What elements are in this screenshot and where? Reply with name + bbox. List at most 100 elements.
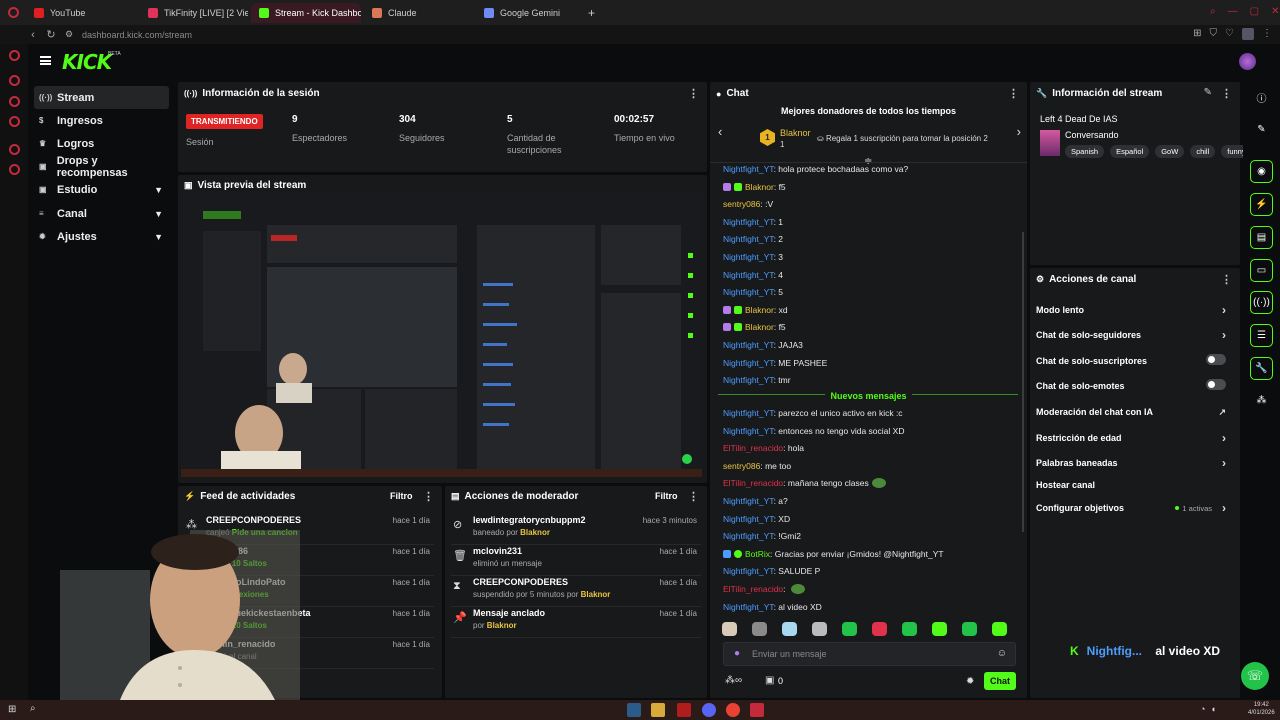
channel-action-chat-de-solo-suscriptores[interactable]: Chat de solo-suscriptores (1036, 354, 1226, 366)
feed-menu-icon[interactable]: ⋮ (423, 490, 434, 503)
search-tabs-icon[interactable]: ⌕ (1210, 6, 1216, 17)
stream-preview-video[interactable] (181, 193, 702, 477)
sidebar-item-ingresos[interactable]: $ Ingresos (34, 109, 169, 132)
sidebar-item-logros[interactable]: ♛ Logros (34, 132, 169, 155)
chat-settings-icon[interactable]: ✹ (966, 676, 974, 687)
chat-username[interactable]: Nightfight_YT (723, 531, 774, 541)
chevron-right-icon[interactable]: › (1222, 328, 1226, 342)
chrome-icon[interactable] (726, 703, 740, 717)
mod-filter-button[interactable]: Filtro (655, 491, 678, 501)
volume-icon[interactable]: ◖ (1210, 704, 1215, 714)
chevron-down-icon[interactable]: ▼ (154, 209, 163, 219)
chevron-right-icon[interactable]: › (1222, 303, 1226, 317)
bookmark-icon[interactable]: ♡ (1225, 28, 1234, 40)
chat-message[interactable]: BotRix: Gracias por enviar ¡Gmidos! @Nig… (723, 549, 944, 559)
camera-tool-icon[interactable]: ◉ (1250, 160, 1273, 183)
chat-username[interactable]: Nightfight_YT (723, 496, 774, 506)
chat-message[interactable]: Nightfight_YT: JAJA3 (723, 340, 803, 350)
hamburger-menu-icon[interactable] (40, 56, 51, 65)
sidebar-item-estudio[interactable]: ▣ Estudio ▼ (34, 178, 169, 201)
chevron-right-icon[interactable]: › (1222, 456, 1226, 470)
chat-username[interactable]: Blaknor (745, 322, 774, 332)
chat-menu-icon[interactable]: ⋮ (1008, 87, 1019, 100)
kick-logo[interactable]: KICK (62, 50, 112, 74)
chat-username[interactable]: Nightfight_YT (723, 408, 774, 418)
browser-tab[interactable]: Stream - Kick Dashboard (251, 3, 361, 23)
chat-message[interactable]: Nightfight_YT: entonces no tengo vida so… (723, 426, 904, 436)
chat-scrollbar[interactable] (1022, 232, 1024, 532)
emote-icon[interactable] (782, 622, 797, 636)
folder-icon[interactable] (651, 703, 665, 717)
emoji-icon[interactable]: ☺ (997, 648, 1007, 659)
chevron-down-icon[interactable]: ▼ (154, 185, 163, 195)
chat-username[interactable]: Nightfight_YT (723, 234, 774, 244)
stream-tag[interactable]: Spanish (1065, 145, 1105, 158)
mod-row[interactable]: 🗑 mclovin231 eliminó un mensaje hace 1 día (451, 545, 701, 576)
edit-icon[interactable]: ✎ (1204, 87, 1212, 98)
chat-username[interactable]: BotRix (745, 549, 770, 559)
channel-action-chat-de-solo-seguidores[interactable]: Chat de solo-seguidores › (1036, 328, 1226, 342)
mod-menu-icon[interactable]: ⋮ (688, 490, 699, 503)
chat-message[interactable]: Nightfight_YT: 4 (723, 270, 783, 280)
chat-username[interactable]: sentry086 (723, 461, 760, 471)
top-donor-name[interactable]: Blaknor (780, 128, 811, 138)
browser-menu-dots-icon[interactable]: ⋮ (1262, 28, 1272, 40)
maximize-icon[interactable]: ▢ (1250, 6, 1259, 17)
emote-icon[interactable] (812, 622, 827, 636)
chevron-right-icon[interactable]: › (1222, 431, 1226, 445)
channel-action-hostear-canal[interactable]: Hostear canal (1036, 480, 1226, 490)
chat-username[interactable]: ElTilin_renacido (723, 478, 783, 488)
chat-username[interactable]: Nightfight_YT (723, 375, 774, 385)
channel-action-chat-de-solo-emotes[interactable]: Chat de solo-emotes (1036, 379, 1226, 391)
clipboard-tool-icon[interactable]: ▤ (1250, 226, 1273, 249)
chat-message[interactable]: Nightfight_YT: 3 (723, 252, 783, 262)
stream-tag[interactable]: Español (1110, 145, 1150, 158)
rail-item-2-icon[interactable] (9, 75, 20, 86)
session-menu-icon[interactable]: ⋮ (688, 87, 699, 100)
chat-message[interactable]: Nightfight_YT: ME PASHEE (723, 358, 827, 368)
emote-icon[interactable] (962, 622, 977, 636)
back-icon[interactable]: ‹ (24, 29, 42, 41)
steam-icon[interactable] (627, 703, 641, 717)
rail-item-4-icon[interactable] (9, 116, 20, 127)
list-tool-icon[interactable]: ☰ (1250, 324, 1273, 347)
support-icon[interactable]: ☏ (1241, 662, 1269, 690)
sidebar-item-canal[interactable]: ≡ Canal ▼ (34, 202, 169, 225)
chat-username[interactable]: Nightfight_YT (723, 164, 774, 174)
wifi-icon[interactable]: ◔ (1200, 704, 1205, 714)
mod-target[interactable]: Mensaje anclado (473, 608, 545, 618)
toggle-switch[interactable] (1206, 379, 1226, 390)
rail-item-3-icon[interactable] (9, 96, 20, 107)
mod-row[interactable]: ⊘ lewdintegratorycnbuppm2 baneado por Blak… (451, 514, 701, 545)
sidebar-item-drops[interactable]: ▣ Drops y recompensas (34, 155, 169, 179)
channel-actions-menu-icon[interactable]: ⋮ (1221, 273, 1232, 286)
chat-username[interactable]: Nightfight_YT (723, 340, 774, 350)
chevron-right-icon[interactable]: › (1222, 501, 1226, 515)
category-name[interactable]: Conversando (1065, 130, 1119, 140)
new-tab-button[interactable]: + (588, 3, 602, 23)
chat-input[interactable]: Enviar un mensaje (752, 649, 827, 659)
url-field[interactable]: dashboard.kick.com/stream (82, 30, 192, 40)
reload-icon[interactable]: ↻ (42, 28, 60, 41)
channel-action-moderaci-n-del-chat-con-ia[interactable]: Moderación del chat con IA ↗ (1036, 407, 1226, 417)
chat-message[interactable]: Nightfight_YT: parezco el unico activo e… (723, 408, 903, 418)
chat-message[interactable]: Nightfight_YT: SALUDE P (723, 566, 820, 576)
chat-username[interactable]: ElTilin_renacido (723, 443, 783, 453)
leaderboard-next-icon[interactable]: › (1017, 124, 1021, 139)
user-avatar[interactable] (1239, 53, 1256, 70)
chat-message[interactable]: sentry086: :V (723, 199, 773, 209)
stream-tag[interactable]: chill (1190, 145, 1216, 158)
opera-icon[interactable] (750, 703, 764, 717)
channel-action-restricci-n-de-edad[interactable]: Restricción de edad › (1036, 431, 1226, 445)
lightning-tool-icon[interactable]: ⚡ (1250, 193, 1273, 216)
chat-username[interactable]: Nightfight_YT (723, 602, 774, 612)
points-tool-icon[interactable]: ⁂ (1250, 389, 1273, 412)
emote-icon[interactable] (752, 622, 767, 636)
wrench-tool-icon[interactable]: 🔧 (1250, 357, 1273, 380)
emote-icon[interactable] (722, 622, 737, 636)
info-icon[interactable]: ⓘ (1250, 86, 1273, 109)
rail-item-1-icon[interactable] (9, 50, 20, 61)
channel-action-configurar-objetivos[interactable]: Configurar objetivos › 1 activas (1036, 501, 1226, 515)
start-icon[interactable]: ⊞ (8, 704, 16, 715)
chat-username[interactable]: sentry086 (723, 199, 760, 209)
